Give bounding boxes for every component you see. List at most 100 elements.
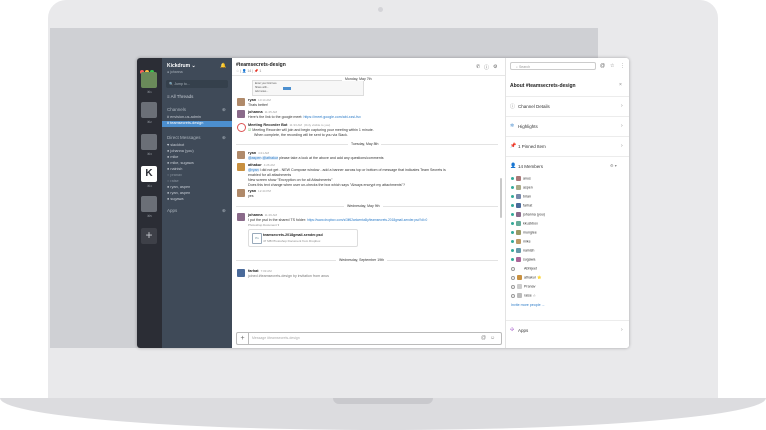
members-header[interactable]: 14 Members (518, 164, 543, 169)
dm-item[interactable]: ● ryan, aspen (167, 191, 190, 195)
member-item[interactable]: athakur ⭐ (511, 275, 541, 280)
avatar[interactable] (237, 213, 245, 221)
highlights-icon: ✲ (510, 123, 515, 129)
scrollbar[interactable] (500, 178, 502, 218)
mention[interactable]: @ryan (248, 168, 259, 172)
member-item[interactable]: farhat (511, 203, 532, 208)
file-attachment[interactable]: Ps teamsecrets-2018gmail-sender.psd 47 M… (248, 229, 358, 247)
team-icon-1[interactable] (141, 72, 157, 88)
at-icon[interactable]: @ (481, 335, 486, 341)
dm-item[interactable]: ● nainish (167, 167, 182, 171)
message-author[interactable]: johanna 11:25 AM (248, 110, 277, 114)
row-label: Channel Details (518, 104, 550, 109)
search-input[interactable]: ⌕ Search (510, 62, 596, 70)
dm-item[interactable]: ● sugawa (167, 197, 183, 201)
member-item[interactable]: mike (511, 239, 531, 244)
message-author[interactable]: johanna 11:29 AM (248, 213, 277, 217)
team-icon-kickdrum[interactable]: K (141, 166, 157, 182)
member-item[interactable]: aspen (511, 185, 533, 190)
info-icon[interactable]: ⓘ (484, 64, 489, 71)
add-channel-icon[interactable]: ⊕ (222, 107, 226, 113)
day-divider-label: Wednesday, September 19th (336, 258, 388, 262)
member-item[interactable]: munglee (511, 230, 537, 235)
more-icon[interactable]: ⋮ (620, 63, 625, 69)
add-attachment-button[interactable]: + (237, 333, 249, 344)
apps-row[interactable]: ✣ Apps › (506, 320, 629, 341)
avatar[interactable] (237, 189, 245, 197)
dm-item[interactable]: ● mike (167, 155, 178, 159)
mention[interactable]: @athakur (262, 156, 279, 160)
close-icon[interactable]: × (619, 82, 622, 88)
member-item[interactable]: anus (511, 176, 531, 181)
message-author[interactable]: athakur 4:26 AM (248, 163, 275, 167)
message-text: Thats better! (248, 103, 269, 107)
team-icon-5[interactable] (141, 196, 157, 212)
message-text: Here's the link to the google meet: http… (248, 115, 361, 119)
star-icon[interactable]: ☆ (610, 63, 614, 69)
image-attachment[interactable]: Enter your link here Share with... Add n… (252, 80, 364, 96)
member-item[interactable]: Abhijeet (511, 266, 537, 271)
sidebar-item-teamsecrets-design[interactable]: # teamsecrets-design (162, 121, 232, 127)
dm-item[interactable]: ● mike, sugawa (167, 161, 194, 165)
member-settings-icon[interactable]: ⚙ ▾ (610, 163, 617, 168)
message-composer[interactable]: + Message #teamsecrets-design @ ☺ (236, 332, 502, 345)
pinned-items-row[interactable]: 📌 1 Pinned Item › (506, 136, 629, 157)
panel-title: About #teamsecrets-design (510, 83, 576, 89)
message-input[interactable]: Message #teamsecrets-design (252, 336, 300, 340)
sidebar-item-envision-us-admin[interactable]: # envision-us-admin (167, 115, 201, 119)
member-item[interactable]: brian (511, 194, 531, 199)
message-author[interactable]: ryan 10:14 AM (248, 98, 271, 102)
avatar[interactable] (237, 110, 245, 118)
member-item[interactable]: raise ☆ (511, 293, 536, 298)
avatar[interactable] (237, 151, 245, 159)
channel-details-row[interactable]: ⓘ Channel Details › (506, 96, 629, 117)
jump-to-button[interactable]: 🔍 Jump to... (166, 80, 228, 88)
message-link[interactable]: https://meet.google.com/abi-xzsi-fsx (303, 115, 360, 119)
team-icon-2[interactable] (141, 102, 157, 118)
invite-more-link[interactable]: Invite more people ... (511, 303, 545, 307)
member-item[interactable]: sugawa (511, 257, 535, 262)
channels-header[interactable]: Channels (167, 107, 186, 112)
member-item[interactable]: nainish (511, 248, 534, 253)
members-icon: 👤 (510, 163, 517, 169)
avatar[interactable] (237, 98, 245, 106)
row-label: 1 Pinned Item (518, 144, 546, 149)
recorder-bot-icon[interactable] (237, 123, 246, 132)
message-author[interactable]: farhat 7:09 AM (248, 269, 272, 273)
add-team-button[interactable]: + (141, 228, 157, 244)
team-icon-3[interactable] (141, 134, 157, 150)
message-text: @ryan I did not get - NEW Compose window… (248, 168, 446, 172)
message-author[interactable]: ryan 12:44 PM (248, 189, 271, 193)
mention[interactable]: @aspen (248, 156, 262, 160)
at-icon[interactable]: @ (600, 63, 605, 69)
link-preview-label[interactable]: Photoshop Document ▾ (248, 223, 279, 227)
direct-messages-header[interactable]: Direct Messages (167, 135, 201, 140)
phone-icon[interactable]: ✆ (476, 64, 480, 70)
bell-icon[interactable]: 🔔 (220, 63, 226, 69)
member-item[interactable]: johanna (you) (511, 212, 545, 217)
avatar[interactable] (237, 269, 245, 277)
all-threads-link[interactable]: ≡ All Threads (167, 94, 193, 99)
dm-item[interactable]: ○ pranav (167, 173, 182, 177)
dm-item[interactable]: ● ryan, aspen (167, 185, 190, 189)
file-name: teamsecrets-2018gmail-sender.psd (263, 233, 323, 237)
highlights-row[interactable]: ✲ Highlights › (506, 116, 629, 137)
check-icon: ☑ (248, 128, 252, 132)
message-author[interactable]: Meeting Recorder Bot 11:33 AM (Only visibl… (248, 123, 330, 127)
apps-header[interactable]: Apps (167, 208, 177, 213)
member-item[interactable]: kkuzkbox (511, 221, 538, 226)
add-dm-icon[interactable]: ⊕ (222, 135, 226, 141)
channel-meta[interactable]: ☆ | 👤 14 | 📌 1 (236, 69, 261, 73)
member-item[interactable]: Pranav (511, 284, 535, 289)
add-app-icon[interactable]: ⊕ (222, 208, 226, 214)
dm-item[interactable]: ○ raise (167, 179, 179, 183)
dm-item[interactable]: ♥ slackbot (167, 143, 184, 147)
dm-item[interactable]: ● johanna (you) (167, 149, 194, 153)
emoji-icon[interactable]: ☺ (490, 335, 495, 341)
message-link[interactable]: https://www.dropbox.com/s/3lf62wdwmtu6ly… (307, 218, 427, 222)
channel-title[interactable]: #teamsecrets-design (236, 62, 286, 68)
gear-icon[interactable]: ⚙ (493, 64, 497, 70)
team-name[interactable]: Kickdrum ⌄ (167, 63, 196, 69)
avatar[interactable] (237, 163, 245, 171)
message-author[interactable]: ryan 4:21 AM (248, 151, 269, 155)
